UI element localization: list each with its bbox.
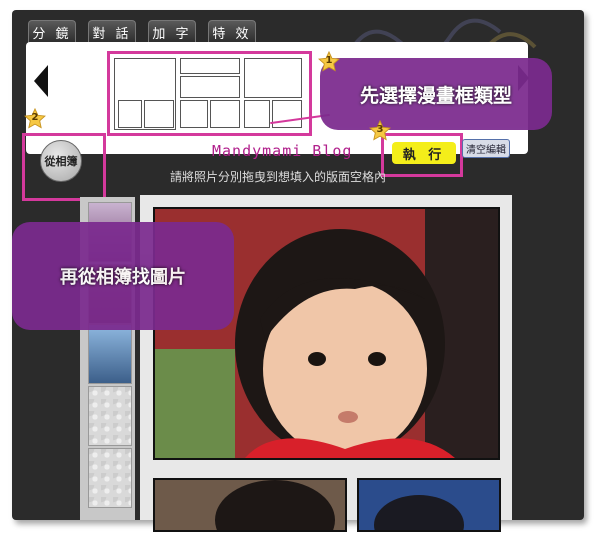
callout-step1: 先選擇漫畫框類型: [320, 58, 552, 130]
layout-highlight: [107, 51, 312, 136]
callout-text: 先選擇漫畫框類型: [359, 84, 512, 107]
instruction-text: 請將照片分別拖曳到想填入的版面空格內: [170, 170, 387, 184]
star-icon: 2: [24, 107, 46, 130]
star-icon: 1: [318, 50, 340, 73]
callout-text: 再從相簿找圖片: [60, 267, 186, 288]
tab-effects[interactable]: 特 效: [208, 20, 256, 43]
tab-add-text[interactable]: 加 字: [148, 20, 196, 43]
tab-dialogue[interactable]: 對 話: [88, 20, 136, 43]
photo-panel[interactable]: [357, 478, 501, 532]
clear-edit-button[interactable]: 清空編輯: [462, 139, 510, 158]
photo-panel[interactable]: [153, 478, 347, 532]
execute-button[interactable]: 執 行: [392, 142, 456, 164]
callout-step2: 再從相簿找圖片: [12, 222, 234, 330]
step-number: 2: [31, 112, 39, 123]
child-photo: [359, 480, 499, 530]
prev-arrow-icon[interactable]: [34, 65, 48, 97]
photo-thumbnail[interactable]: [88, 324, 132, 384]
album-button[interactable]: 從相簿: [40, 140, 82, 182]
child-photo: [155, 480, 345, 530]
empty-thumbnail: [88, 386, 132, 446]
blog-watermark: Mandymami Blog: [212, 142, 353, 160]
tab-bar: 分 鏡 對 話 加 字 特 效: [28, 20, 256, 43]
empty-thumbnail: [88, 448, 132, 508]
step-number: 1: [325, 55, 333, 66]
step-number: 3: [376, 124, 384, 135]
tab-storyboard[interactable]: 分 鏡: [28, 20, 76, 43]
star-icon: 3: [369, 119, 391, 142]
